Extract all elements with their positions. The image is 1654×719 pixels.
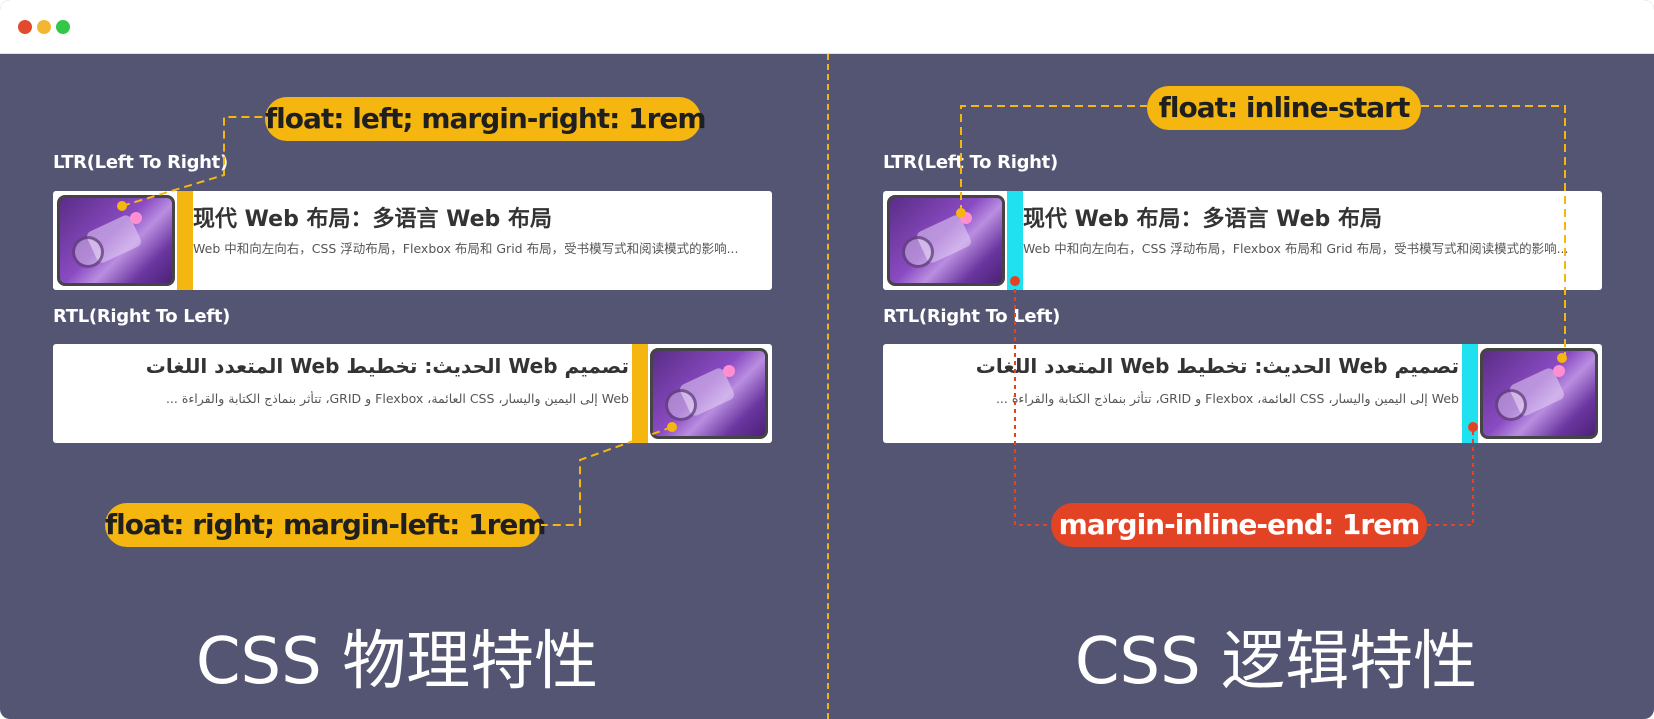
physical-bottom-connector	[541, 426, 673, 526]
physical-top-anchor	[117, 201, 127, 211]
logical-bottom-connector-left	[1014, 281, 1051, 526]
physical-bottom-anchor	[667, 422, 677, 432]
logical-rtl-anchor	[1557, 353, 1567, 363]
logical-top-connector-left	[960, 105, 1147, 213]
app-window: LTR(Left To Right) 现代 Web 布局：多语言 Web 布局 …	[0, 0, 1654, 719]
physical-top-connector	[121, 116, 265, 207]
connector-lines	[117, 105, 1567, 526]
logical-top-connector-right	[1421, 105, 1566, 358]
logical-ltr-margin-anchor	[1010, 276, 1020, 286]
logical-rtl-margin-anchor	[1468, 422, 1478, 432]
logical-bottom-connector-right	[1427, 427, 1474, 526]
logical-ltr-anchor	[956, 208, 966, 218]
